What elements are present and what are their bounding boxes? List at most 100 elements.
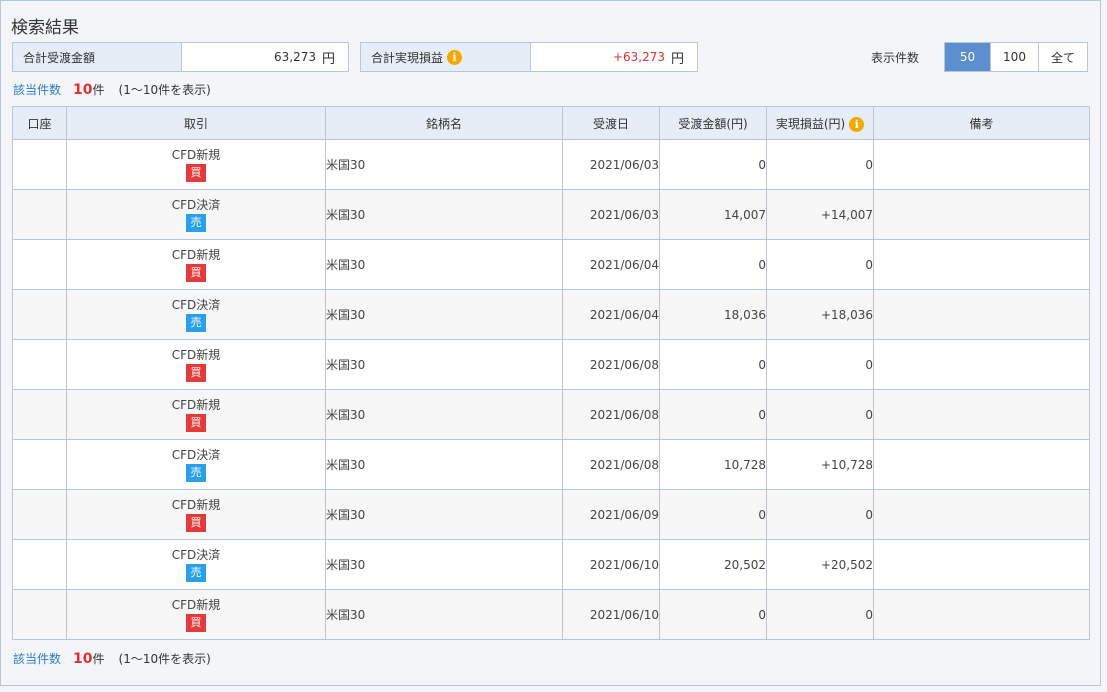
total-profit-label-cell: 合計実現損益 i [361, 43, 531, 71]
result-count-bottom: 該当件数 10 件 (1～10件を表示) [13, 650, 211, 667]
side-badge: 買 [186, 363, 206, 382]
settlement-date: 2021/06/08 [562, 389, 660, 440]
info-icon[interactable]: i [849, 116, 865, 132]
instrument-name: 米国30 [325, 139, 563, 190]
side-badge: 買 [186, 413, 206, 432]
result-count-link[interactable]: 該当件数 [13, 81, 61, 98]
page-title: 検索結果 [11, 18, 79, 38]
account-cell [12, 489, 67, 540]
received-amount: 0 [659, 139, 767, 190]
remarks-cell [873, 439, 1090, 490]
remarks-cell [873, 589, 1090, 640]
remarks-cell [873, 239, 1090, 290]
remarks-cell [873, 389, 1090, 440]
per-page-100-button[interactable]: 100 [990, 43, 1038, 71]
realized-profit: 0 [766, 339, 874, 390]
table-row: CFD新規買米国30 2021/06/10 0 0 [12, 589, 1090, 640]
result-count-unit: 件 [92, 83, 105, 97]
remarks-cell [873, 189, 1090, 240]
trade-type: CFD決済 [171, 447, 221, 462]
results-table: 口座 取引 銘柄名 受渡日 受渡金額(円) 実現損益(円) i 備考 CFD新規買… [12, 106, 1090, 640]
header-name: 銘柄名 [325, 106, 563, 140]
table-row: CFD新規買米国30 2021/06/03 0 0 [12, 139, 1090, 190]
trade-cell: CFD決済売 [66, 539, 326, 590]
result-count-top: 該当件数 10 件 (1～10件を表示) [13, 81, 211, 98]
trade-cell: CFD決済売 [66, 189, 326, 240]
remarks-cell [873, 539, 1090, 590]
instrument-name: 米国30 [325, 489, 563, 540]
account-cell [12, 189, 67, 240]
realized-profit: +20,502 [766, 539, 874, 590]
total-profit-label: 合計実現損益 [371, 50, 444, 65]
settlement-date: 2021/06/08 [562, 439, 660, 490]
received-amount: 0 [659, 589, 767, 640]
side-badge: 売 [186, 463, 206, 482]
instrument-name: 米国30 [325, 339, 563, 390]
account-cell [12, 389, 67, 440]
received-amount: 18,036 [659, 289, 767, 340]
trade-cell: CFD決済売 [66, 289, 326, 340]
total-received-label: 合計受渡金額 [13, 43, 182, 71]
total-received-unit: 円 [321, 51, 335, 67]
settlement-date: 2021/06/04 [562, 239, 660, 290]
realized-profit: 0 [766, 589, 874, 640]
side-badge: 買 [186, 163, 206, 182]
instrument-name: 米国30 [325, 439, 563, 490]
realized-profit: 0 [766, 239, 874, 290]
side-badge: 売 [186, 313, 206, 332]
settlement-date: 2021/06/08 [562, 339, 660, 390]
info-icon[interactable]: i [447, 49, 463, 65]
settlement-date: 2021/06/03 [562, 139, 660, 190]
trade-type: CFD新規 [171, 247, 221, 262]
search-results-panel: 検索結果 合計受渡金額 63,273 円 合計実現損益 i +63,273 円 … [0, 0, 1101, 686]
side-badge: 売 [186, 213, 206, 232]
per-page-label: 表示件数 [871, 51, 920, 65]
per-page-all-button[interactable]: 全て [1038, 43, 1087, 71]
result-count-unit: 件 [92, 652, 105, 666]
trade-type: CFD新規 [171, 147, 221, 162]
table-header-row: 口座 取引 銘柄名 受渡日 受渡金額(円) 実現損益(円) i 備考 [12, 106, 1090, 140]
settlement-date: 2021/06/09 [562, 489, 660, 540]
realized-profit: +18,036 [766, 289, 874, 340]
header-trade: 取引 [66, 106, 326, 140]
header-date: 受渡日 [562, 106, 660, 140]
result-count-number: 10 [73, 82, 93, 98]
account-cell [12, 239, 67, 290]
table-row: CFD決済売米国30 2021/06/10 20,502 +20,502 [12, 539, 1090, 590]
per-page-selector: 50 100 全て [944, 42, 1088, 72]
trade-type: CFD決済 [171, 547, 221, 562]
table-row: CFD新規買米国30 2021/06/08 0 0 [12, 339, 1090, 390]
result-count-range: (1～10件を表示) [118, 652, 211, 666]
trade-type: CFD決済 [171, 297, 221, 312]
total-profit-amount: +63,273 円 [531, 43, 696, 71]
realized-profit: +10,728 [766, 439, 874, 490]
trade-type: CFD新規 [171, 397, 221, 412]
remarks-cell [873, 489, 1090, 540]
table-row: CFD新規買米国30 2021/06/08 0 0 [12, 389, 1090, 440]
result-count-number: 10 [73, 651, 93, 667]
table-row: CFD決済売米国30 2021/06/04 18,036 +18,036 [12, 289, 1090, 340]
total-received-value: 63,273 [273, 50, 316, 64]
realized-profit: 0 [766, 489, 874, 540]
settlement-date: 2021/06/10 [562, 589, 660, 640]
result-count-link[interactable]: 該当件数 [13, 650, 61, 667]
account-cell [12, 139, 67, 190]
remarks-cell [873, 139, 1090, 190]
account-cell [12, 589, 67, 640]
instrument-name: 米国30 [325, 189, 563, 240]
total-profit-box: 合計実現損益 i +63,273 円 [360, 42, 698, 72]
received-amount: 0 [659, 239, 767, 290]
account-cell [12, 539, 67, 590]
trade-type: CFD新規 [171, 347, 221, 362]
trade-cell: CFD新規買 [66, 239, 326, 290]
total-profit-unit: 円 [670, 51, 684, 67]
header-profit-label: 実現損益(円) [775, 116, 846, 131]
trade-cell: CFD決済売 [66, 439, 326, 490]
instrument-name: 米国30 [325, 389, 563, 440]
trade-cell: CFD新規買 [66, 139, 326, 190]
received-amount: 14,007 [659, 189, 767, 240]
per-page-50-button[interactable]: 50 [945, 43, 990, 71]
total-profit-value: +63,273 [612, 50, 665, 64]
header-amount: 受渡金額(円) [659, 106, 767, 140]
side-badge: 売 [186, 563, 206, 582]
